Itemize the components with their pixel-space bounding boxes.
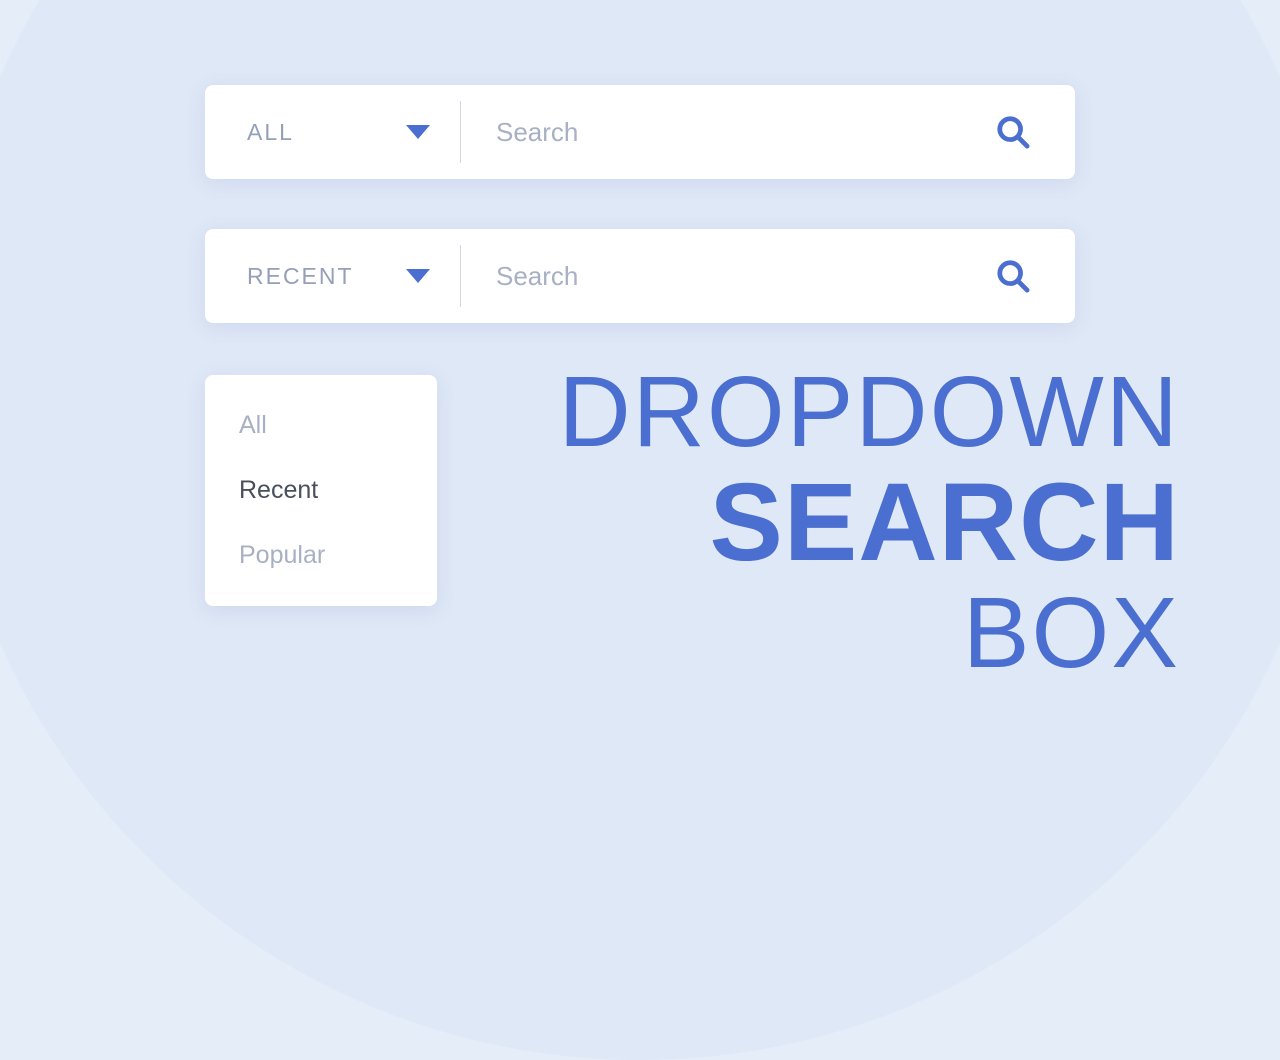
chevron-down-icon: [406, 125, 430, 139]
title-line-3: BOX: [558, 581, 1180, 686]
dropdown-item-popular[interactable]: Popular: [205, 523, 437, 588]
search-button-1[interactable]: [951, 115, 1075, 149]
title-line-1: DROPDOWN: [558, 360, 1180, 465]
dropdown-item-all[interactable]: All: [205, 393, 437, 458]
dropdown-menu: All Recent Popular: [205, 375, 437, 606]
title-block: DROPDOWN SEARCH BOX: [558, 360, 1180, 686]
search-box-2: RECENT: [205, 229, 1075, 323]
divider: [460, 245, 461, 307]
main-container: ALL RECENT: [0, 0, 1280, 323]
search-input-1[interactable]: [496, 117, 951, 148]
search-button-2[interactable]: [951, 259, 1075, 293]
dropdown-trigger-1[interactable]: ALL: [205, 85, 460, 179]
search-icon: [996, 115, 1030, 149]
chevron-down-icon: [406, 269, 430, 283]
dropdown-selected-label: RECENT: [247, 263, 354, 290]
divider: [460, 101, 461, 163]
dropdown-trigger-2[interactable]: RECENT: [205, 229, 460, 323]
search-input-2[interactable]: [496, 261, 951, 292]
dropdown-item-recent[interactable]: Recent: [205, 458, 437, 523]
title-line-2: SEARCH: [558, 465, 1180, 581]
dropdown-selected-label: ALL: [247, 119, 294, 146]
search-icon: [996, 259, 1030, 293]
search-box-1: ALL: [205, 85, 1075, 179]
